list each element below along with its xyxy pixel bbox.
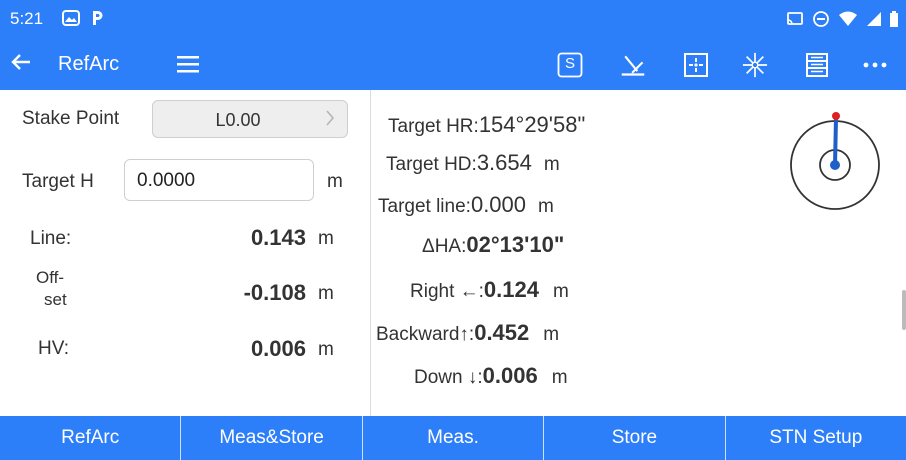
more-icon[interactable] [862,52,888,78]
hv-value: 0.006 [250,336,306,361]
target-line-value: 0.000 [470,192,527,217]
backward-row: Backward↑:0.452 m [376,320,559,346]
offset-label-2: set [44,290,67,309]
s-box-label: S [564,55,575,72]
gallery-icon [62,10,80,31]
target-line-label: Target line: [378,196,471,217]
database-icon[interactable] [804,52,830,78]
dha-row: ΔHA:02°13'10" [422,232,564,258]
battery-icon [890,11,898,32]
compass-dial [790,112,880,210]
backward-value: 0.452 [474,320,530,345]
refarc-button[interactable]: RefArc [0,416,182,460]
down-unit: m [551,367,568,388]
down-label: Down ↓: [414,367,483,388]
target-hd-label: Target HD: [386,154,477,175]
stake-point-value: L0.00 [215,110,261,130]
compass-needle [833,117,838,166]
status-time: 5:21 [10,9,44,28]
right-value: 0.124 [483,277,539,302]
page-title: RefArc [58,53,120,75]
target-line-row: Target line:0.000 m [378,192,554,218]
status-bar: 5:21 [0,0,906,40]
panel-divider [370,90,371,416]
target-hr-value: 154°29'58" [478,112,586,137]
target-square-icon[interactable] [683,52,709,78]
compass-center [830,160,840,170]
right-label: Right ←: [410,281,484,302]
laser-icon[interactable] [620,52,646,78]
toolbar: RefArc S [0,40,906,90]
meas-button[interactable]: Meas. [363,416,545,460]
cast-icon [786,11,804,32]
target-h-label: Target H [22,171,94,192]
back-arrow-icon[interactable] [10,51,32,79]
parking-icon [90,9,104,32]
target-hd-value: 3.654 [476,150,532,175]
bottom-nav: RefArc Meas&Store Meas. Store STN Setup [0,416,906,460]
s-box-icon[interactable]: S [557,52,583,78]
target-h-unit: m [327,171,343,192]
offset-unit: m [318,283,334,304]
hv-unit: m [318,339,334,360]
target-hd-unit: m [543,154,560,175]
backward-label: Backward↑: [376,324,475,345]
stake-point-selector[interactable]: L0.00 [152,100,348,138]
line-unit: m [318,228,334,249]
right-unit: m [552,281,569,302]
line-label: Line: [30,228,72,249]
scroll-indicator [902,290,906,330]
crosshair-star-icon[interactable] [742,52,768,78]
wifi-icon [838,11,858,32]
stn-setup-button[interactable]: STN Setup [726,416,906,460]
right-row: Right ←:0.124 m [410,277,569,303]
down-row: Down ↓:0.006 m [414,363,568,389]
backward-unit: m [543,324,560,345]
target-hr-row: Target HR:154°29'58" [388,112,585,138]
hv-label: HV: [38,338,69,359]
dha-label: ΔHA: [422,236,467,257]
chevron-right-icon [325,109,335,132]
hamburger-menu-icon[interactable] [175,53,201,80]
signal-icon [866,11,882,32]
down-value: 0.006 [482,363,538,388]
store-button[interactable]: Store [544,416,726,460]
dha-value: 02°13'10" [466,232,565,257]
dnd-icon [812,10,830,33]
line-value: 0.143 [250,225,306,250]
target-h-value: 0.0000 [137,170,196,191]
target-line-unit: m [538,196,554,217]
offset-value: -0.108 [243,280,306,305]
target-h-input[interactable]: 0.0000 [124,159,314,201]
stake-point-label: Stake Point [22,108,120,129]
offset-label-1: Off- [36,268,65,287]
target-hr-label: Target HR: [388,116,479,137]
target-hd-row: Target HD:3.654 m [386,150,560,176]
compass-tip [832,112,840,120]
meas-store-button[interactable]: Meas&Store [181,416,363,460]
